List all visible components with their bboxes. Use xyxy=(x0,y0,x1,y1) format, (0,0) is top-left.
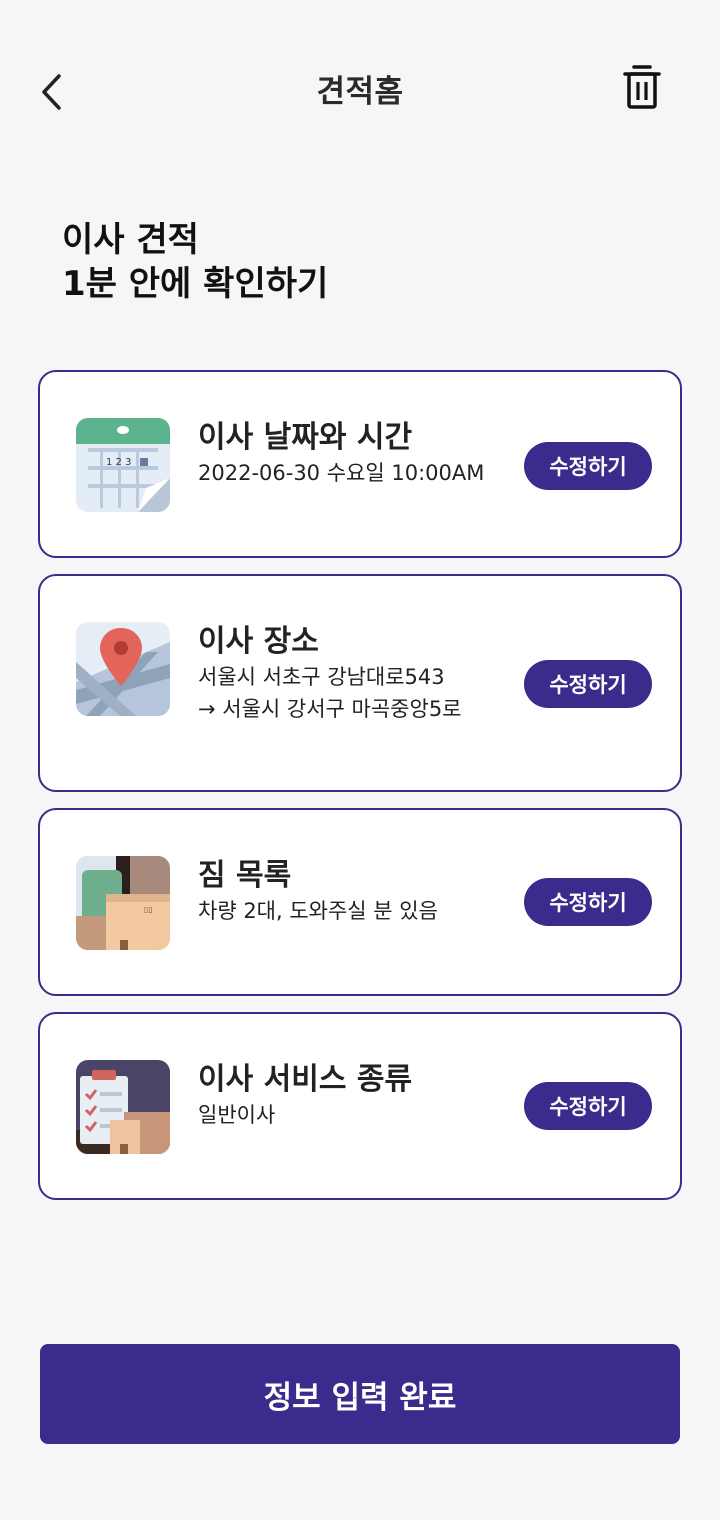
submit-button[interactable]: 정보 입력 완료 xyxy=(40,1344,680,1444)
map-pin-icon xyxy=(76,622,170,716)
moving-location-card: 이사 장소 서울시 서초구 강남대로543 → 서울시 강서구 마곡중앙5로 수… xyxy=(38,574,682,792)
edit-location-button[interactable]: 수정하기 xyxy=(524,660,652,708)
moving-items-card: ▯▯ 짐 목록 차량 2대, 도와주실 분 있음 수정하기 xyxy=(38,808,682,996)
moving-date-card: 1 2 3 이사 날짜와 시간 2022-06-30 수요일 10:00AM 수… xyxy=(38,370,682,558)
checklist-icon xyxy=(76,1060,170,1154)
svg-text:▯▯: ▯▯ xyxy=(144,905,153,914)
card-title: 이사 장소 xyxy=(198,624,319,659)
edit-date-button[interactable]: 수정하기 xyxy=(524,442,652,490)
card-title: 이사 날짜와 시간 xyxy=(198,420,413,455)
headline: 이사 견적 1분 안에 확인하기 xyxy=(62,218,328,306)
card-description-to: → 서울시 강서구 마곡중앙5로 xyxy=(198,697,462,721)
card-description: 2022-06-30 수요일 10:00AM xyxy=(198,461,485,485)
edit-service-button[interactable]: 수정하기 xyxy=(524,1082,652,1130)
headline-line-1: 이사 견적 xyxy=(62,220,199,260)
trash-icon xyxy=(623,65,661,109)
calendar-icon: 1 2 3 xyxy=(76,418,170,512)
card-title: 짐 목록 xyxy=(198,858,292,893)
card-title: 이사 서비스 종류 xyxy=(198,1062,413,1097)
card-description: 차량 2대, 도와주실 분 있음 xyxy=(198,899,438,923)
headline-line-2: 1분 안에 확인하기 xyxy=(62,264,329,304)
delete-button[interactable] xyxy=(618,62,666,112)
page-title: 견적홈 xyxy=(316,74,404,110)
boxes-icon: ▯▯ xyxy=(76,856,170,950)
svg-text:1 2 3: 1 2 3 xyxy=(106,457,131,468)
service-type-card: 이사 서비스 종류 일반이사 수정하기 xyxy=(38,1012,682,1200)
card-description-from: 서울시 서초구 강남대로543 xyxy=(198,665,445,689)
edit-items-button[interactable]: 수정하기 xyxy=(524,878,652,926)
card-description: 일반이사 xyxy=(198,1103,276,1127)
app-header: 견적홈 xyxy=(0,0,720,180)
